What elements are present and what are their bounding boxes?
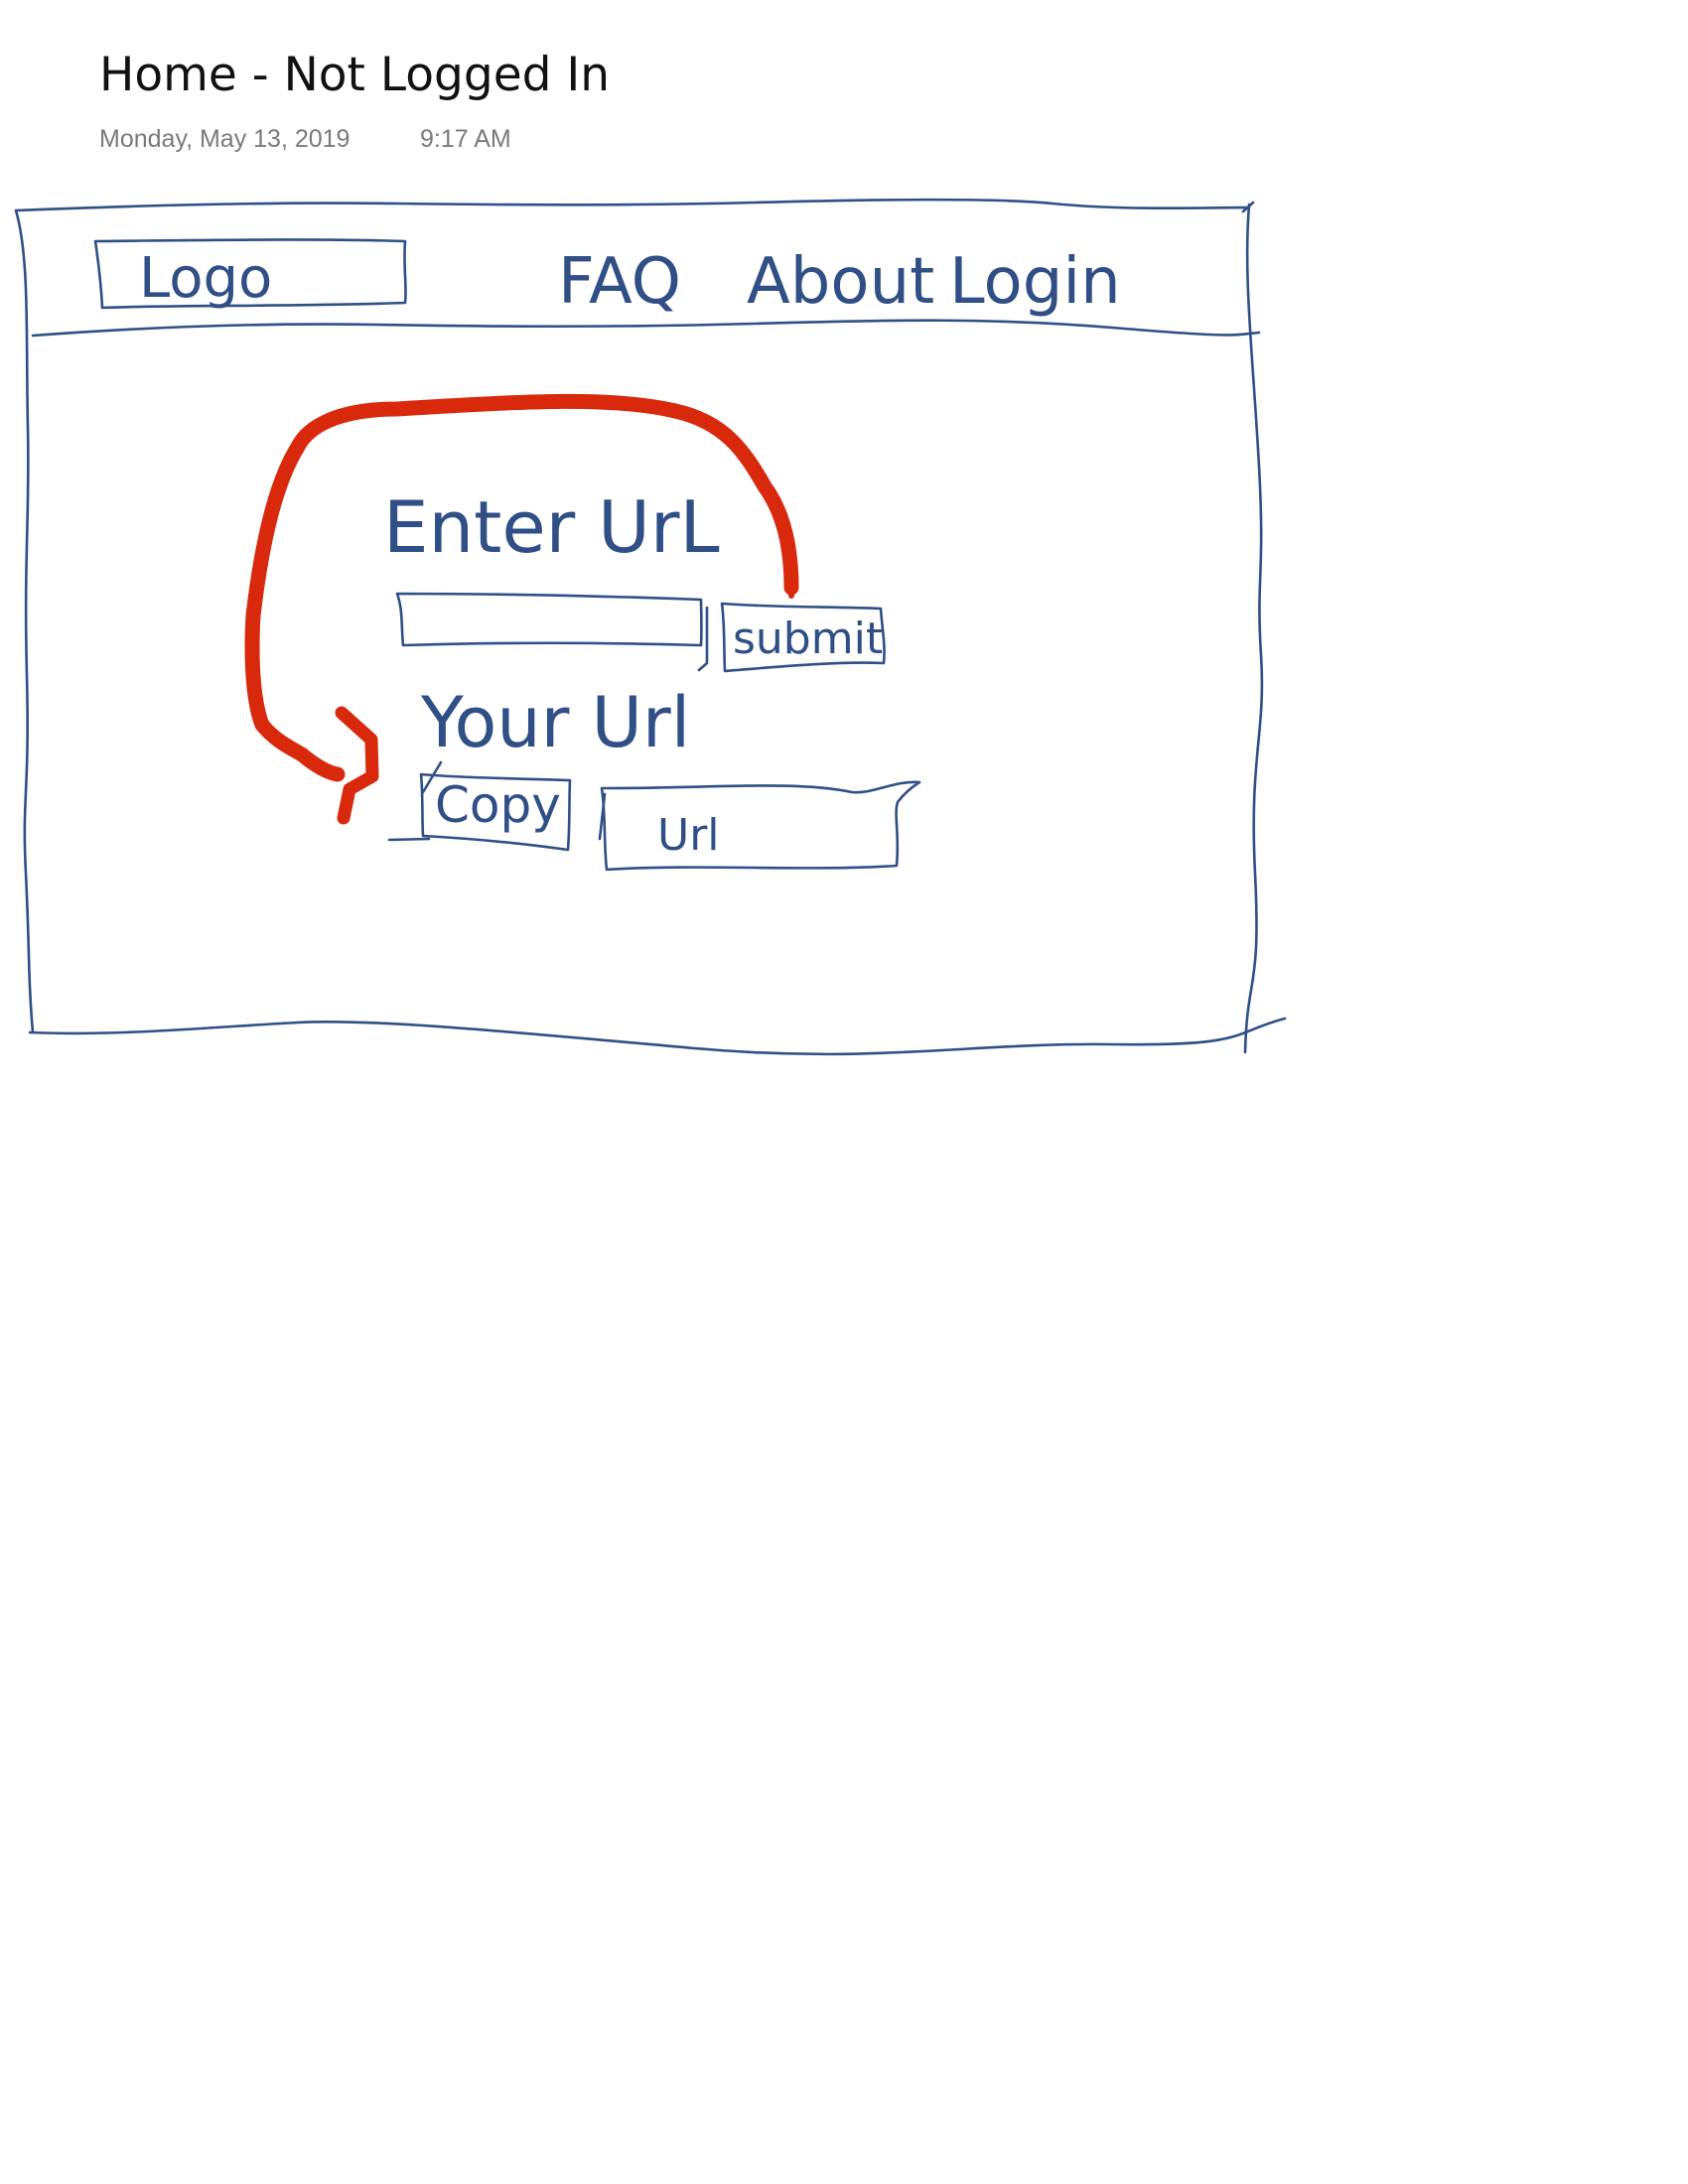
url-output-label: Url — [657, 810, 720, 861]
nav: FAQ About Login — [558, 245, 1121, 319]
copy-label: Copy — [435, 776, 561, 834]
url-output-box[interactable]: Url — [598, 780, 921, 872]
enter-url-label: Enter UrL — [383, 485, 720, 569]
page-title: Home - Not Logged In — [99, 48, 611, 102]
note-meta: Monday, May 13, 2019 9:17 AM — [99, 125, 993, 161]
nav-item-faq[interactable]: FAQ — [558, 245, 681, 319]
logo-label: Logo — [139, 246, 272, 311]
note-time: 9:17 AM — [420, 125, 511, 153]
nav-item-about[interactable]: About — [747, 245, 934, 319]
note-date: Monday, May 13, 2019 — [99, 125, 351, 153]
copy-button[interactable]: Copy — [387, 772, 572, 852]
note-header: Home - Not Logged In Monday, May 13, 201… — [99, 40, 993, 161]
submit-button[interactable]: submit — [697, 602, 886, 673]
your-url-label: Your Url — [420, 682, 690, 763]
submit-label: submit — [733, 614, 883, 664]
browser-frame — [14, 198, 1287, 1056]
url-input[interactable] — [395, 592, 703, 647]
nav-item-login[interactable]: Login — [949, 245, 1121, 319]
wireframe-sketch: Logo FAQ About Login Enter UrL submit Yo… — [14, 198, 1287, 1056]
header-divider — [31, 319, 1261, 338]
logo-box: Logo — [93, 238, 407, 311]
